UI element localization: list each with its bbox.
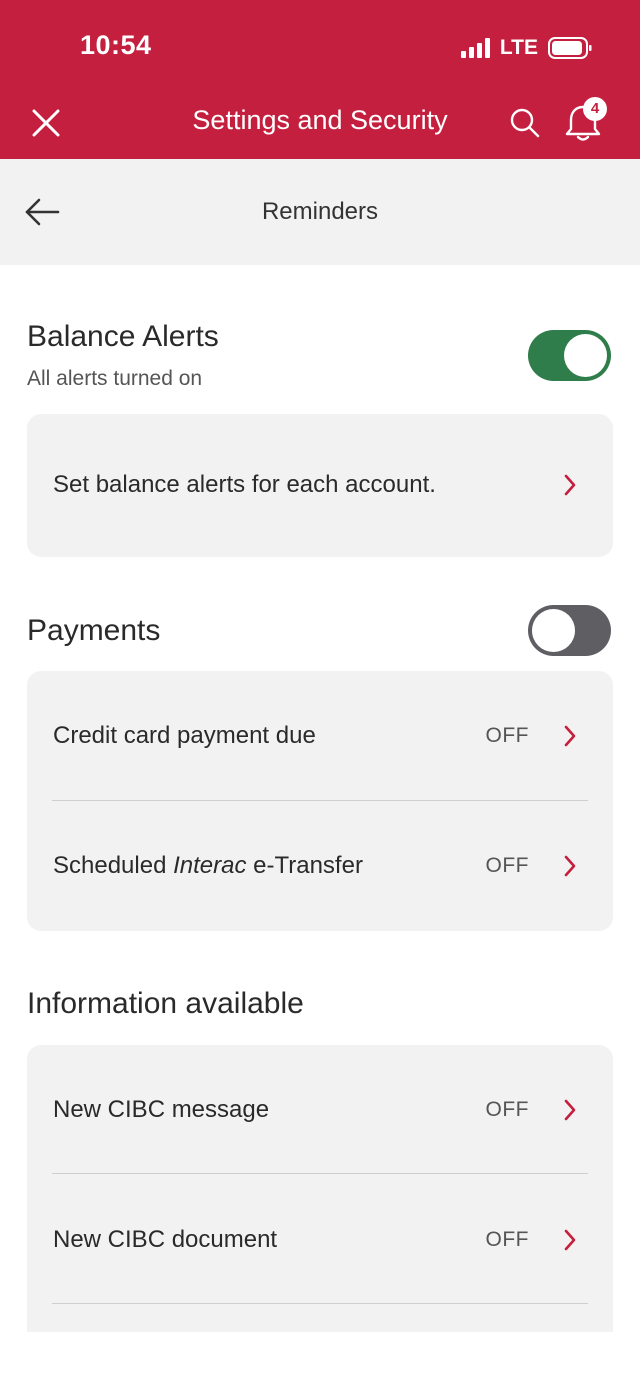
page-title: Settings and Security — [192, 105, 448, 135]
divider — [52, 1303, 588, 1304]
interac-brand-text: Interac — [173, 852, 247, 879]
list-item-new-cibc-message[interactable]: New CIBC message OFF — [27, 1045, 613, 1175]
section-page-title: Reminders — [261, 198, 379, 225]
search-icon[interactable] — [508, 106, 542, 140]
list-item-label: Set balance alerts for each account. — [53, 471, 436, 498]
status-value: OFF — [485, 1228, 529, 1251]
chevron-right-icon — [564, 1099, 576, 1121]
payments-toggle[interactable] — [528, 605, 611, 656]
payments-title: Payments — [27, 614, 161, 647]
information-card: New CIBC message OFF New CIBC document O… — [27, 1045, 613, 1332]
list-item-credit-card-payment-due[interactable]: Credit card payment due OFF — [27, 671, 613, 801]
balance-alerts-card: Set balance alerts for each account. — [27, 414, 613, 557]
list-item-label: New CIBC message — [53, 1096, 270, 1123]
status-time: 10:54 — [80, 30, 152, 60]
toggle-knob — [564, 334, 607, 377]
divider — [52, 1173, 588, 1174]
toggle-knob — [532, 609, 575, 652]
balance-alerts-title: Balance Alerts — [27, 320, 219, 353]
network-label: LTE — [499, 36, 538, 59]
list-item-new-cibc-document[interactable]: New CIBC document OFF — [27, 1175, 613, 1305]
chevron-right-icon — [564, 855, 576, 877]
chevron-right-icon — [564, 474, 576, 496]
list-item-label: Scheduled Interac e-Transfer — [53, 801, 363, 931]
list-item-label: Credit card payment due — [53, 722, 316, 749]
status-value: OFF — [485, 724, 529, 747]
app-header: 10:54 LTE Settings and Security 4 — [0, 0, 640, 159]
chevron-right-icon — [564, 725, 576, 747]
information-available-title: Information available — [27, 987, 304, 1020]
status-value: OFF — [485, 854, 529, 877]
list-item-balance-alerts[interactable]: Set balance alerts for each account. — [27, 420, 613, 550]
battery-icon — [548, 37, 592, 59]
list-item-label: New CIBC document — [53, 1226, 278, 1253]
chevron-right-icon — [564, 1229, 576, 1251]
label-text: e-Transfer — [246, 852, 363, 879]
status-indicators: LTE — [460, 34, 592, 62]
balance-alerts-subtitle: All alerts turned on — [27, 367, 203, 390]
signal-icon — [460, 38, 490, 58]
balance-alerts-toggle[interactable] — [528, 330, 611, 381]
label-text: Scheduled — [53, 852, 174, 879]
status-value: OFF — [485, 1098, 529, 1121]
payments-card: Credit card payment due OFF Scheduled In… — [27, 671, 613, 931]
notification-badge: 4 — [583, 97, 607, 121]
list-item-scheduled-interac-etransfer[interactable]: Scheduled Interac e-Transfer OFF — [27, 801, 613, 931]
